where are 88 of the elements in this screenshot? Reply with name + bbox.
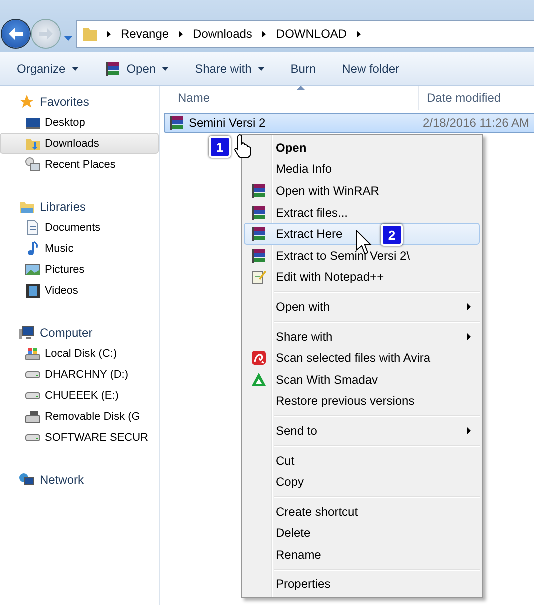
menu-item[interactable]: Cut bbox=[244, 450, 480, 472]
nav-group-header[interactable]: Libraries bbox=[0, 196, 159, 217]
file-row[interactable]: Semini Versi 2 2/18/2016 11:26 AM bbox=[164, 113, 534, 133]
date-modified: 2/18/2016 11:26 AM bbox=[423, 116, 530, 130]
arrow-left-icon bbox=[9, 28, 23, 40]
archive-icon bbox=[251, 248, 267, 264]
menu-item[interactable]: Scan selected files with Avira bbox=[244, 347, 480, 369]
nav-item[interactable]: Pictures bbox=[0, 259, 159, 280]
column-header[interactable]: Date modified bbox=[418, 86, 534, 110]
archive-icon bbox=[251, 182, 267, 199]
submenu-arrow-icon bbox=[467, 303, 471, 312]
toolbar-button[interactable]: Burn bbox=[282, 58, 326, 80]
submenu-arrow-icon bbox=[467, 427, 471, 436]
menu-item[interactable]: Open with bbox=[244, 296, 480, 318]
nav-item[interactable]: Desktop bbox=[0, 112, 159, 133]
nav-item[interactable]: CHUEEEK (E:) bbox=[0, 385, 159, 406]
archive-icon bbox=[104, 60, 121, 76]
menu-item[interactable]: Delete bbox=[244, 522, 480, 544]
address-bar[interactable]: Revange Downloads DOWNLOAD bbox=[76, 20, 534, 48]
breadcrumb-link[interactable]: Downloads bbox=[193, 27, 252, 41]
breadcrumb-link[interactable]: Revange bbox=[121, 27, 170, 41]
drive-icon bbox=[25, 370, 41, 378]
nav-item[interactable]: Removable Disk (G bbox=[0, 406, 159, 427]
star-icon bbox=[19, 94, 35, 110]
nav-item[interactable]: Videos bbox=[0, 280, 159, 301]
toolbar-button[interactable]: New folder bbox=[333, 58, 408, 80]
menu-item[interactable]: Scan With Smadav bbox=[244, 368, 480, 391]
hand-cursor-icon bbox=[234, 134, 254, 158]
nav-item[interactable]: DHARCHNY (D:) bbox=[0, 364, 159, 385]
file-name: Semini Versi 2 bbox=[189, 116, 266, 130]
nav-item[interactable]: Music bbox=[0, 238, 159, 259]
removable-drive-icon bbox=[25, 408, 41, 424]
menu-item[interactable]: Extract to Semini Versi 2\ bbox=[244, 244, 480, 267]
menu-item[interactable]: Create shortcut bbox=[244, 500, 480, 522]
nav-item[interactable]: Documents bbox=[0, 217, 159, 238]
step-badge: 2 bbox=[381, 224, 403, 246]
film-icon bbox=[25, 282, 41, 298]
nav-item[interactable]: Downloads bbox=[0, 133, 159, 154]
recent-places-icon bbox=[25, 156, 41, 172]
step-badge: 1 bbox=[209, 136, 231, 158]
nav-item[interactable]: Recent Places bbox=[0, 154, 159, 175]
drive-icon bbox=[25, 392, 41, 400]
menu-item[interactable]: Edit with Notepad++ bbox=[244, 266, 480, 288]
notepad-icon bbox=[251, 269, 267, 286]
dropdown-caret-icon bbox=[64, 36, 72, 40]
nav-group-header[interactable]: Favorites bbox=[0, 91, 159, 112]
drive-icon bbox=[25, 434, 41, 442]
dropdown-caret-icon bbox=[72, 66, 79, 70]
breadcrumb-link[interactable]: DOWNLOAD bbox=[276, 27, 348, 41]
nav-item[interactable]: SOFTWARE SECUR bbox=[0, 427, 159, 448]
toolbar-button[interactable]: Open bbox=[96, 56, 178, 80]
nav-group-header[interactable]: Network bbox=[0, 469, 159, 490]
breadcrumb-arrow-icon[interactable] bbox=[357, 30, 362, 38]
archive-icon bbox=[251, 204, 267, 221]
document-icon bbox=[25, 220, 41, 236]
archive-icon bbox=[169, 115, 185, 131]
menu-item[interactable]: Properties bbox=[244, 574, 480, 596]
computer-icon bbox=[19, 324, 35, 340]
sort-arrow-icon bbox=[297, 86, 305, 90]
toolbar-button[interactable]: Organize bbox=[8, 58, 88, 80]
menu-item[interactable]: Share with bbox=[244, 326, 480, 348]
triangle-icon bbox=[251, 372, 267, 388]
system-drive-icon bbox=[25, 346, 41, 362]
menu-item[interactable]: Open with WinRAR bbox=[244, 180, 480, 202]
menu-item[interactable]: Send to bbox=[244, 420, 480, 442]
dropdown-caret-icon bbox=[258, 66, 265, 70]
menu-item[interactable]: Extract files... bbox=[244, 202, 480, 224]
menu-item[interactable]: Copy bbox=[244, 471, 480, 493]
nav-group-header[interactable]: Computer bbox=[0, 322, 159, 343]
menu-item[interactable]: Media Info bbox=[244, 158, 480, 180]
network-icon bbox=[19, 472, 35, 488]
menu-item[interactable]: Rename bbox=[244, 544, 480, 566]
umbrella-logo-icon bbox=[251, 350, 267, 366]
arrow-right-icon bbox=[39, 28, 53, 40]
toolbar-button[interactable]: Share with bbox=[186, 58, 274, 80]
breadcrumb-arrow-icon[interactable] bbox=[262, 30, 266, 38]
landscape-picture-icon bbox=[25, 262, 41, 278]
music-note-icon bbox=[25, 240, 41, 256]
column-header[interactable]: Name bbox=[160, 86, 418, 110]
archive-icon bbox=[251, 226, 267, 242]
breadcrumb-arrow-icon[interactable] bbox=[107, 30, 111, 38]
nav-item[interactable]: Local Disk (C:) bbox=[0, 343, 159, 364]
dropdown-caret-icon bbox=[162, 66, 170, 70]
submenu-arrow-icon bbox=[467, 332, 471, 341]
menu-item[interactable]: Restore previous versions bbox=[244, 390, 480, 412]
folder-icon bbox=[83, 26, 97, 42]
breadcrumb-arrow-icon[interactable] bbox=[179, 30, 184, 38]
back-button[interactable] bbox=[2, 20, 30, 48]
